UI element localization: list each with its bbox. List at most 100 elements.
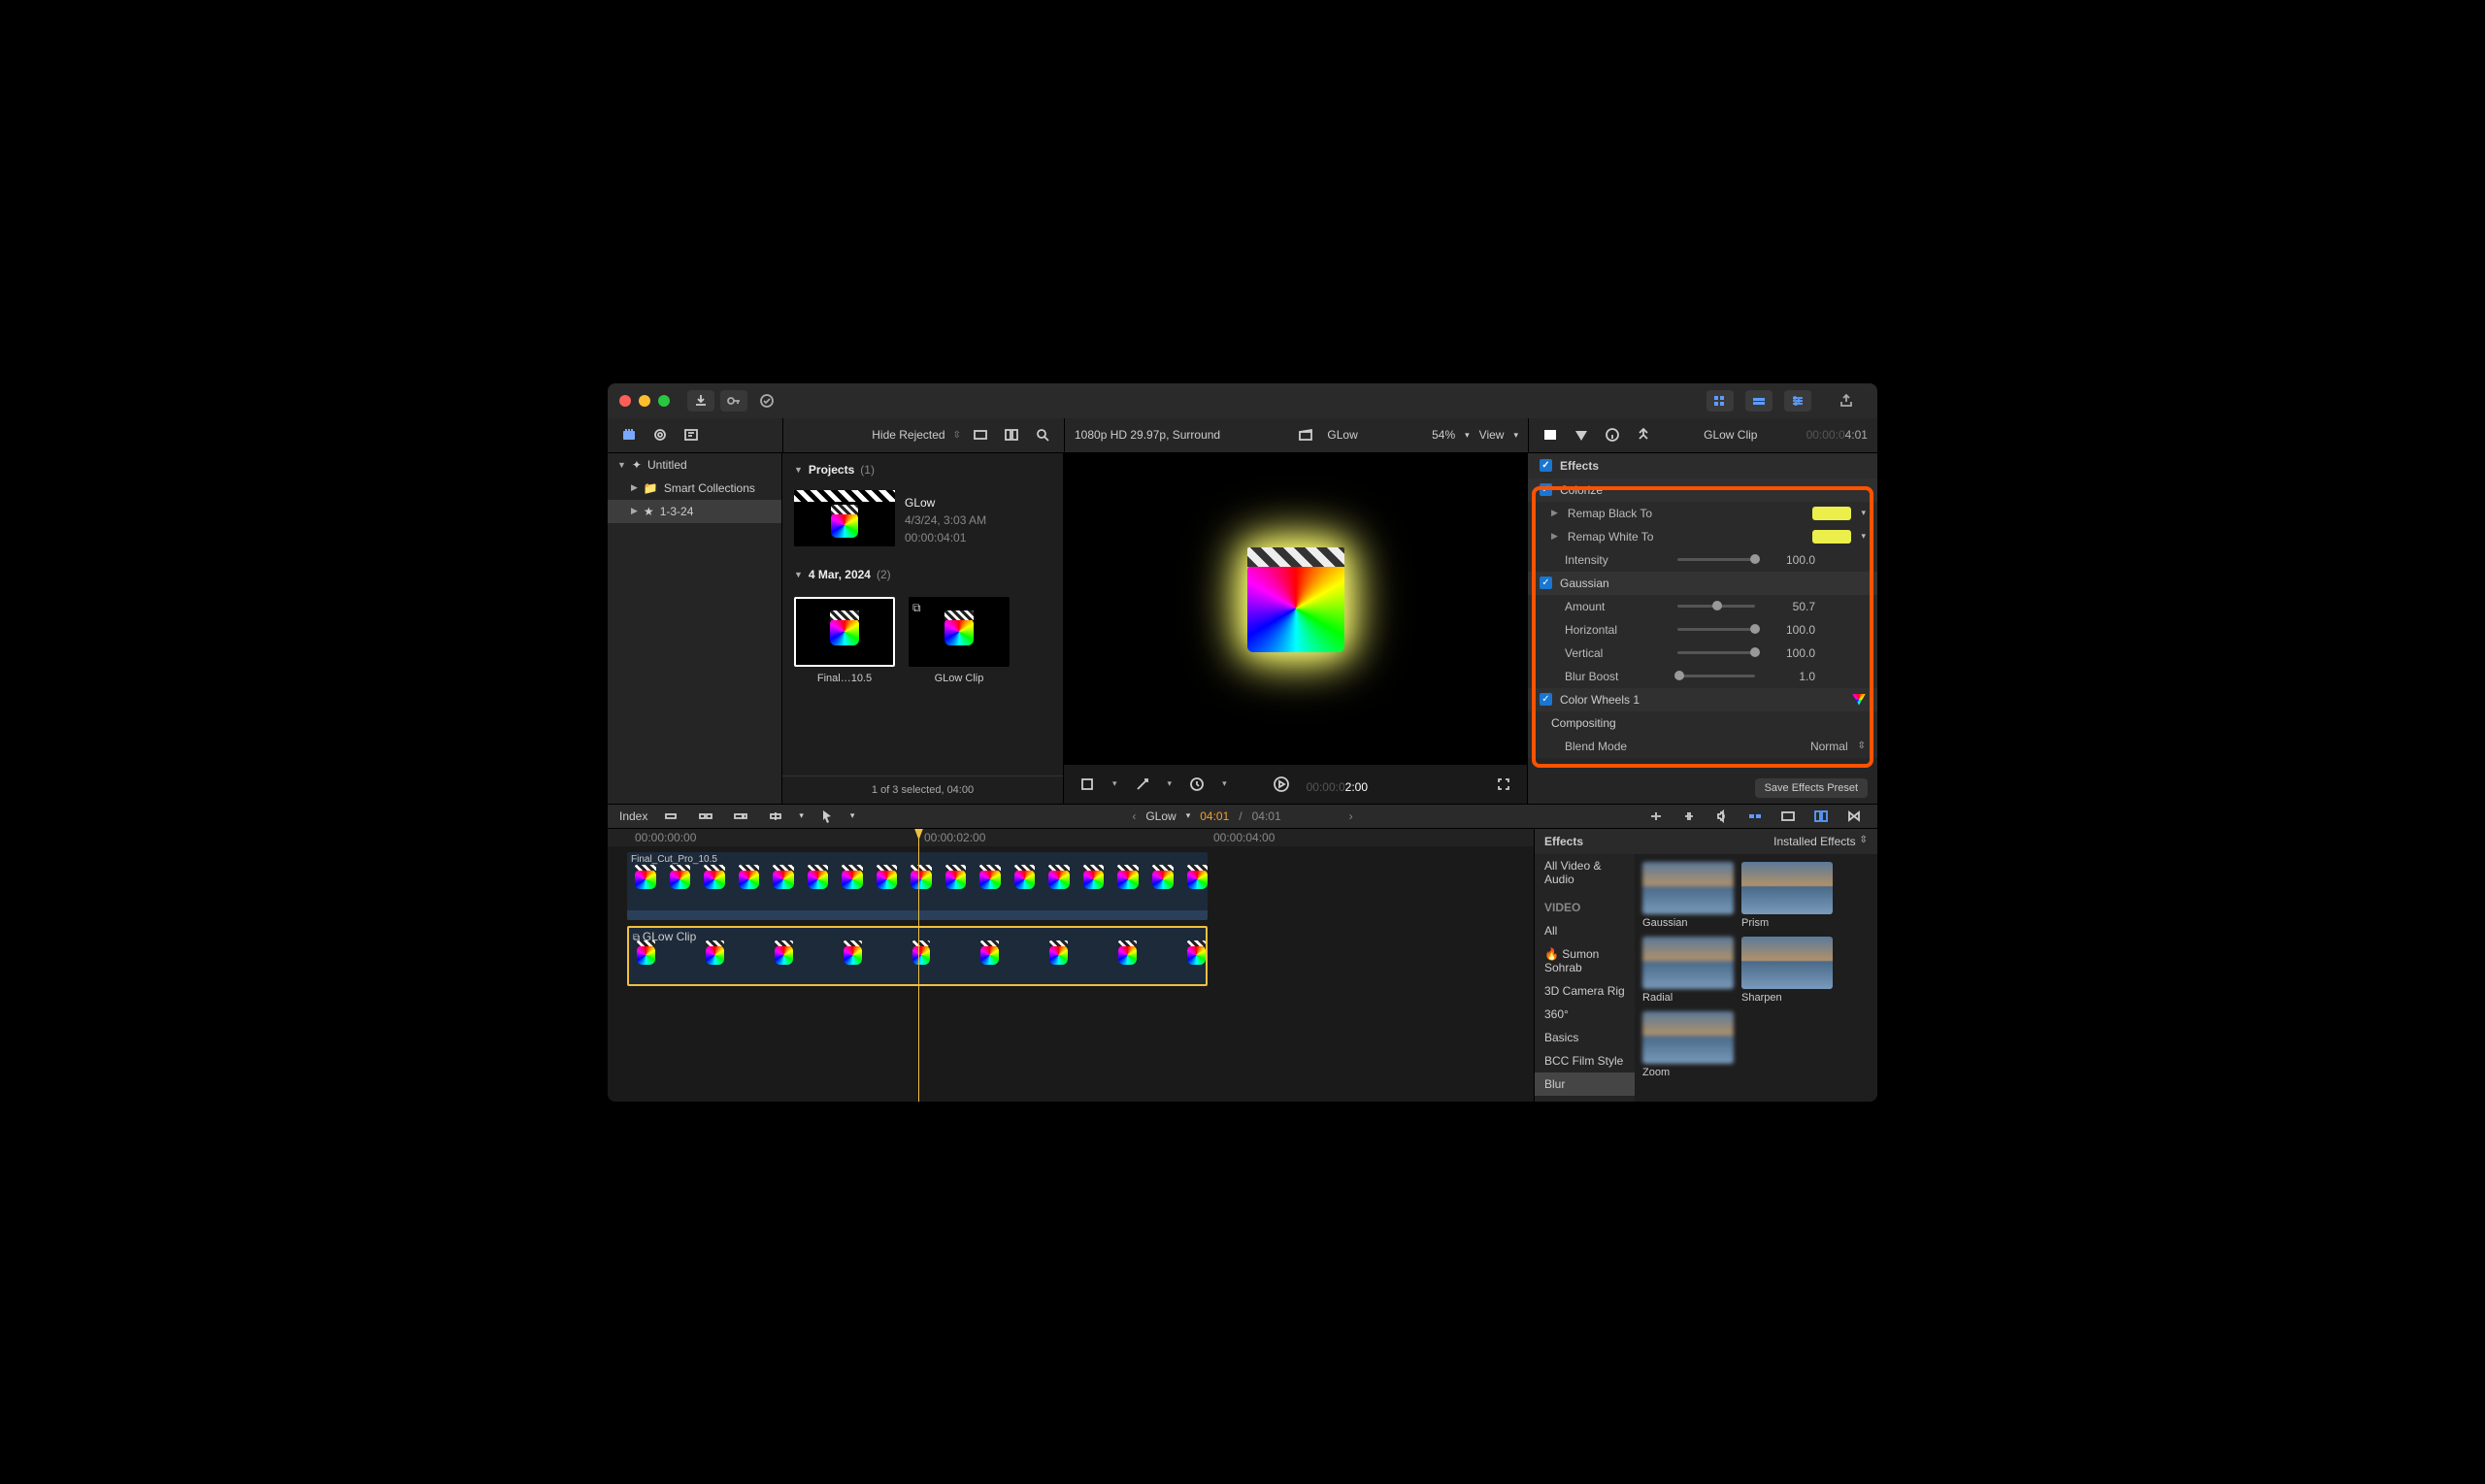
param-value[interactable]: 100.0: [1771, 646, 1815, 660]
titles-sidebar-icon[interactable]: [679, 423, 703, 446]
append-button[interactable]: [729, 805, 752, 828]
index-button[interactable]: Index: [619, 809, 647, 823]
enhance-tool-icon[interactable]: [1131, 773, 1154, 796]
colorwheels-header[interactable]: ✓ Color Wheels 1: [1528, 688, 1877, 711]
clip-item[interactable]: ⧉ GLow Clip: [909, 597, 1010, 684]
inspector-layout-button[interactable]: [1784, 390, 1811, 412]
disclosure-icon[interactable]: ▶: [631, 506, 638, 516]
colorwheel-icon[interactable]: [1852, 694, 1866, 706]
effect-item[interactable]: Zoom: [1642, 1011, 1734, 1078]
chevron-down-icon[interactable]: ▾: [1861, 531, 1866, 542]
chevron-down-icon[interactable]: ▾: [850, 810, 855, 821]
gaussian-header[interactable]: ✓ Gaussian: [1528, 572, 1877, 595]
color-swatch[interactable]: [1812, 507, 1851, 520]
chevron-down-icon[interactable]: ▾: [1168, 778, 1173, 789]
chevron-down-icon[interactable]: ▾: [1186, 810, 1191, 821]
chevron-down-icon[interactable]: ▾: [1861, 508, 1866, 518]
sidebar-item-library[interactable]: ▼ ✦ Untitled: [608, 453, 781, 477]
effects-category[interactable]: All Video & Audio: [1535, 854, 1635, 891]
effects-category[interactable]: Basics: [1535, 1026, 1635, 1049]
effects-browser-icon[interactable]: [1809, 805, 1833, 828]
history-forward-icon[interactable]: ›: [1349, 809, 1353, 823]
effect-item[interactable]: Radial: [1642, 937, 1734, 1004]
share-inspector-icon[interactable]: [1632, 423, 1655, 446]
library-icon[interactable]: [617, 423, 641, 446]
minimize-window-button[interactable]: [639, 395, 650, 407]
effects-category[interactable]: All: [1535, 919, 1635, 942]
keyword-button[interactable]: [720, 390, 747, 412]
fullscreen-icon[interactable]: [1492, 773, 1515, 796]
color-swatch[interactable]: [1812, 530, 1851, 544]
effect-item[interactable]: Gaussian: [1642, 862, 1734, 929]
snapping-icon[interactable]: [1743, 805, 1767, 828]
param-value[interactable]: 1.0: [1771, 670, 1815, 683]
colorwheels-checkbox[interactable]: ✓: [1540, 693, 1552, 706]
save-effects-preset-button[interactable]: Save Effects Preset: [1755, 778, 1868, 798]
filmstrip-view-icon[interactable]: [969, 423, 992, 446]
play-button[interactable]: [1270, 773, 1293, 796]
intensity-slider[interactable]: [1677, 558, 1755, 561]
effect-item[interactable]: Sharpen: [1741, 937, 1833, 1004]
zoom-level[interactable]: 54%: [1432, 428, 1455, 442]
hide-rejected-label[interactable]: Hide Rejected: [872, 428, 944, 442]
param-value[interactable]: 100.0: [1771, 623, 1815, 637]
amount-slider[interactable]: [1677, 605, 1755, 608]
disclosure-icon[interactable]: ▶: [1551, 508, 1558, 518]
audio-skimming-icon[interactable]: [1677, 805, 1701, 828]
background-tasks-button[interactable]: [753, 390, 780, 412]
effects-category[interactable]: 360°: [1535, 1003, 1635, 1026]
clip-appearance-icon[interactable]: [1776, 805, 1800, 828]
chevron-updown-icon[interactable]: ⇳: [1858, 741, 1866, 751]
transitions-browser-icon[interactable]: [1842, 805, 1866, 828]
timeline-ruler[interactable]: 00:00:00:00 00:00:02:00 00:00:04:00: [608, 829, 1534, 846]
disclosure-icon[interactable]: ▼: [794, 465, 803, 475]
timeline-layout-button[interactable]: [1745, 390, 1773, 412]
timeline-tracks[interactable]: 00:00:00:00 00:00:02:00 00:00:04:00 Fina…: [608, 829, 1534, 1102]
search-icon[interactable]: [1031, 423, 1054, 446]
connect-button[interactable]: [659, 805, 682, 828]
arrow-tool-icon[interactable]: [815, 805, 839, 828]
effects-category[interactable]: BCC Film Style: [1535, 1049, 1635, 1072]
colorize-checkbox[interactable]: ✓: [1540, 483, 1552, 496]
video-inspector-icon[interactable]: [1539, 423, 1562, 446]
gaussian-checkbox[interactable]: ✓: [1540, 577, 1552, 589]
overwrite-button[interactable]: [764, 805, 787, 828]
import-button[interactable]: [687, 390, 714, 412]
param-value[interactable]: 50.7: [1771, 600, 1815, 613]
colorize-header[interactable]: ✓ Colorize: [1528, 478, 1877, 502]
horizontal-slider[interactable]: [1677, 628, 1755, 631]
transform-tool-icon[interactable]: [1076, 773, 1099, 796]
disclosure-icon[interactable]: ▶: [1551, 531, 1558, 542]
sidebar-item-smart[interactable]: ▶ 📁 Smart Collections: [608, 477, 781, 500]
sidebar-item-event[interactable]: ▶ ★ 1-3-24: [608, 500, 781, 523]
effects-category-selected[interactable]: Blur: [1535, 1072, 1635, 1096]
close-window-button[interactable]: [619, 395, 631, 407]
effects-category[interactable]: 3D Camera Rig: [1535, 979, 1635, 1003]
history-back-icon[interactable]: ‹: [1132, 809, 1136, 823]
chevron-down-icon[interactable]: ▾: [1112, 778, 1117, 789]
solo-icon[interactable]: [1710, 805, 1734, 828]
boost-slider[interactable]: [1677, 675, 1755, 677]
disclosure-icon[interactable]: ▼: [794, 570, 803, 579]
installed-effects-header[interactable]: Installed Effects ⇳: [1635, 829, 1877, 854]
skimming-icon[interactable]: [1644, 805, 1668, 828]
playhead[interactable]: [918, 829, 919, 1102]
disclosure-icon[interactable]: ▼: [617, 460, 626, 470]
fullscreen-window-button[interactable]: [658, 395, 670, 407]
blend-value[interactable]: Normal: [1810, 740, 1848, 753]
timeline-clip-connected[interactable]: ⧉ GLow Clip: [627, 926, 1208, 986]
share-button[interactable]: [1833, 390, 1860, 412]
list-view-icon[interactable]: [1000, 423, 1023, 446]
insert-button[interactable]: [694, 805, 717, 828]
browser-layout-button[interactable]: [1706, 390, 1734, 412]
color-inspector-icon[interactable]: [1570, 423, 1593, 446]
vertical-slider[interactable]: [1677, 651, 1755, 654]
photos-sidebar-icon[interactable]: [648, 423, 672, 446]
chevron-down-icon[interactable]: ▾: [799, 810, 804, 821]
info-inspector-icon[interactable]: [1601, 423, 1624, 446]
effects-category[interactable]: Bounce Pop-Up: [1535, 1096, 1635, 1102]
disclosure-icon[interactable]: ▶: [631, 482, 638, 493]
timeline-clip-primary[interactable]: Final_Cut_Pro_10.5: [627, 852, 1208, 920]
view-menu[interactable]: View: [1479, 428, 1505, 442]
viewport[interactable]: [1064, 453, 1527, 765]
